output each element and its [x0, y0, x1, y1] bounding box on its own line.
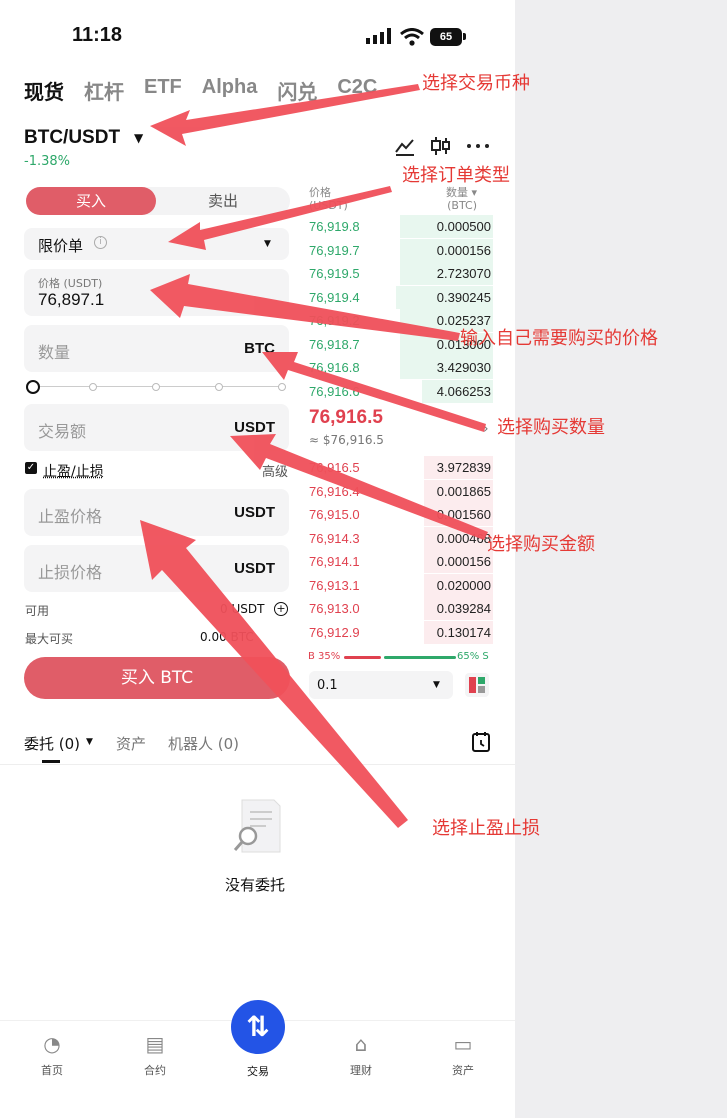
annotation-select-tpsl: 选择止盈止损 [432, 818, 540, 839]
arrow-select-pair [150, 84, 420, 146]
arrow-select-amount [230, 434, 488, 540]
annotation-select-amount: 选择购买金额 [487, 534, 595, 555]
annotation-arrows [140, 84, 488, 828]
annotation-select-qty: 选择购买数量 [497, 417, 605, 438]
arrow-input-price [150, 274, 460, 341]
annotation-select-pair: 选择交易币种 [422, 73, 530, 94]
arrow-select-qty [262, 352, 486, 432]
annotation-input-price: 输入自己需要购买的价格 [460, 328, 658, 349]
annotation-select-type: 选择订单类型 [402, 165, 510, 186]
arrow-select-type [168, 186, 392, 250]
arrow-select-tpsl [140, 520, 408, 828]
